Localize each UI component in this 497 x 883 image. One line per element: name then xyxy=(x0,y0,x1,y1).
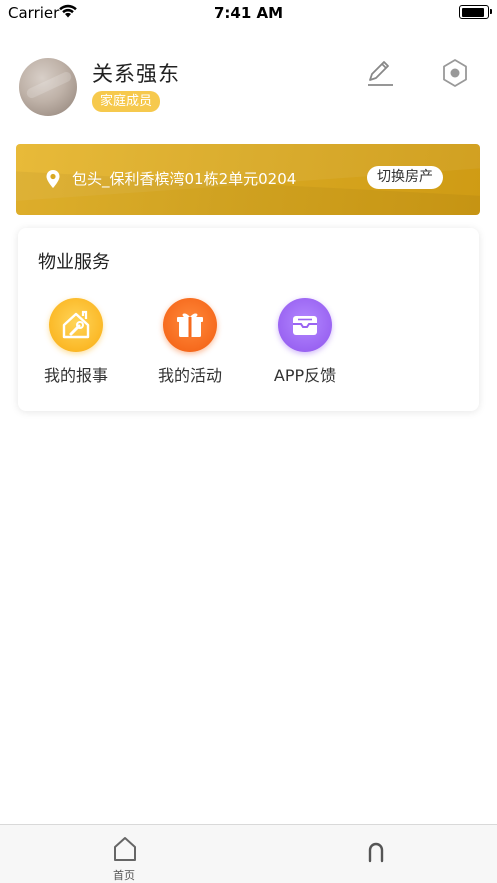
service-label-activity: 我的活动 xyxy=(157,366,222,385)
profile-header: 关系强东 家庭成员 xyxy=(0,50,497,125)
avatar[interactable] xyxy=(19,58,77,116)
tab-home-label: 首页 xyxy=(113,869,135,882)
battery-icon xyxy=(459,5,492,19)
status-bar: Carrier 7:41 AM xyxy=(0,0,497,28)
services-title: 物业服务 xyxy=(38,252,110,273)
edit-button[interactable] xyxy=(363,56,397,90)
status-time: 7:41 AM xyxy=(213,4,284,22)
user-name: 关系强东 xyxy=(92,62,180,86)
house-banner: 包头_保利香槟湾01栋2单元0204 切换房产 xyxy=(16,144,480,215)
tab-bar: 首页 xyxy=(0,824,497,883)
person-icon xyxy=(363,839,389,869)
home-icon xyxy=(112,835,138,863)
role-badge: 家庭成员 xyxy=(92,91,161,112)
service-item-activity[interactable]: 我的活动 xyxy=(140,298,240,388)
switch-property-button[interactable]: 切换房产 xyxy=(367,166,443,189)
battery-level xyxy=(461,7,485,17)
pencil-icon xyxy=(368,61,393,86)
gear-icon xyxy=(443,59,467,87)
property-services-card: 物业服务 我的报事 我的活动 APP反馈 xyxy=(18,228,479,411)
tab-mine[interactable] xyxy=(345,831,405,881)
service-label-feedback: APP反馈 xyxy=(273,366,337,385)
service-item-feedback[interactable]: APP反馈 xyxy=(255,298,355,388)
service-item-repair[interactable]: 我的报事 xyxy=(26,298,126,388)
location-pin-icon xyxy=(45,169,61,189)
gift-icon xyxy=(163,298,217,352)
settings-button[interactable] xyxy=(438,56,472,90)
inbox-icon xyxy=(278,298,332,352)
tab-home[interactable]: 首页 xyxy=(94,831,154,882)
house-address: 包头_保利香槟湾01栋2单元0204 xyxy=(72,170,297,188)
service-label-repair: 我的报事 xyxy=(43,366,108,385)
house-wrench-icon xyxy=(49,298,103,352)
